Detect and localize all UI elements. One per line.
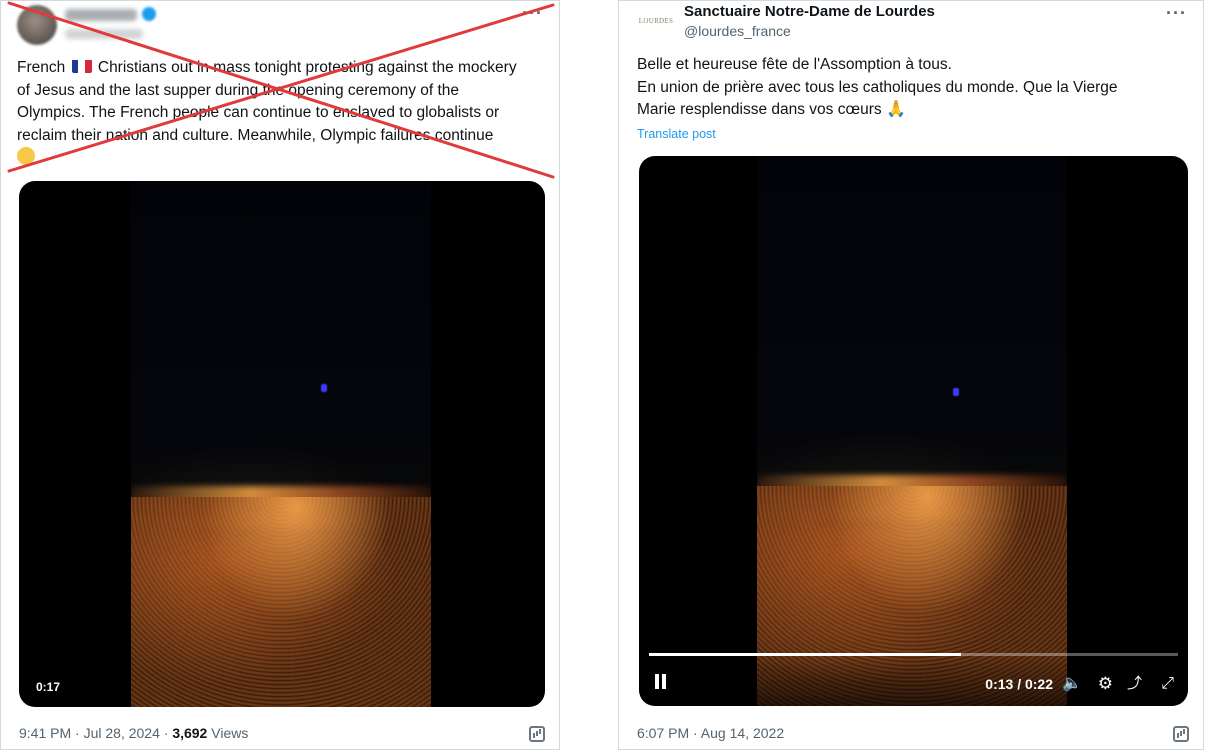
video-player[interactable]: 0:13 / 0:22 🔈 ⚙ ⤴ ⤢	[639, 156, 1188, 706]
avatar[interactable]	[17, 5, 57, 45]
more-icon[interactable]: ···	[522, 3, 543, 24]
fullscreen-icon[interactable]: ⤢	[1161, 674, 1174, 694]
video-frame	[757, 156, 1067, 706]
more-icon[interactable]: ···	[1166, 3, 1187, 24]
pop-out-icon[interactable]: ⤴	[1127, 674, 1142, 694]
crying-laughing-emoji-icon	[17, 147, 35, 165]
video-duration-badge: 0:17	[33, 679, 64, 695]
translate-post-link[interactable]: Translate post	[637, 127, 716, 141]
video-player[interactable]: 0:17	[19, 181, 545, 707]
candlelit-crowd	[131, 496, 431, 707]
post-timestamp[interactable]: 9:41 PM · Jul 28, 2024 ·	[19, 725, 172, 741]
tweet-text: Belle et heureuse fête de l'Assomption à…	[637, 54, 1177, 122]
mute-icon[interactable]: 🔈	[1062, 674, 1082, 694]
video-frame	[131, 181, 431, 707]
post-timestamp[interactable]: 6:07 PM · Aug 14, 2022	[637, 725, 784, 741]
blue-light	[321, 384, 327, 392]
post-meta: 9:41 PM · Jul 28, 2024 · 3,692 Views	[19, 725, 248, 741]
video-progress-bar[interactable]	[649, 653, 1178, 656]
author-name[interactable]: Sanctuaire Notre-Dame de Lourdes	[684, 3, 935, 20]
tweet-line-2: of Jesus and the last supper during the …	[17, 81, 460, 99]
author-handle[interactable]: @lourdes_france	[684, 23, 791, 39]
post-header: LOURDES Sanctuaire Notre-Dame de Lourdes…	[619, 1, 1203, 51]
views-count: 3,692	[172, 725, 208, 741]
panel-gap	[560, 0, 618, 750]
tweet-line-2: En union de prière avec tous les catholi…	[637, 78, 1118, 96]
pause-icon[interactable]	[655, 674, 669, 694]
video-progress-fill	[649, 653, 962, 656]
blue-light	[953, 388, 959, 396]
praying-hands-emoji-icon: 🙏	[885, 101, 906, 118]
blurred-author-name	[65, 9, 137, 21]
tweet-line-1: Belle et heureuse fête de l'Assomption à…	[637, 56, 952, 73]
analytics-icon[interactable]	[529, 726, 545, 742]
right-post-card: LOURDES Sanctuaire Notre-Dame de Lourdes…	[618, 0, 1204, 750]
video-timecode: 0:13 / 0:22	[985, 676, 1053, 692]
french-flag-icon	[71, 59, 92, 73]
analytics-icon[interactable]	[1173, 726, 1189, 742]
verified-badge-icon	[142, 7, 156, 21]
tweet-line-3: Olympics. The French people can continue…	[17, 104, 500, 121]
blurred-author-handle	[65, 29, 143, 39]
lourdes-logo[interactable]: LOURDES	[637, 11, 675, 31]
views-label: Views	[207, 725, 249, 741]
tweet-line-4: reclaim their nation and culture. Meanwh…	[17, 126, 494, 144]
left-post-card: ··· French Christians out in mass tonigh…	[0, 0, 560, 750]
tweet-line-5	[17, 147, 557, 170]
post-header: ···	[1, 1, 559, 51]
tweet-text: French Christians out in mass tonight pr…	[17, 57, 557, 170]
tweet-line-3: Marie resplendisse dans vos cœurs 🙏	[637, 99, 1177, 122]
settings-gear-icon[interactable]: ⚙	[1098, 674, 1113, 694]
tweet-line-1: French Christians out in mass tonight pr…	[17, 59, 517, 76]
